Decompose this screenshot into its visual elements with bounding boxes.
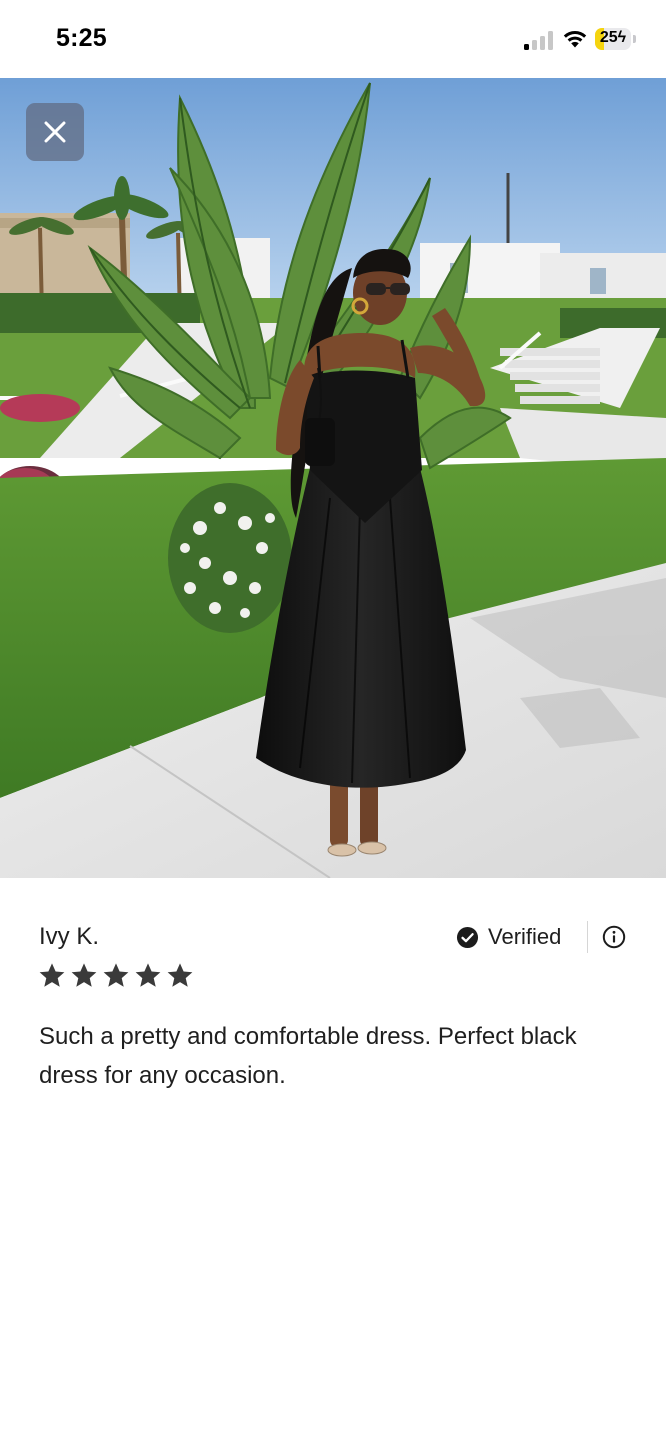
review-photo-image [0, 78, 666, 878]
review-text: Such a pretty and comfortable dress. Per… [39, 1023, 577, 1089]
wifi-icon [563, 31, 587, 48]
status-time: 5:25 [56, 24, 107, 52]
verified-badge: Verified [456, 924, 561, 950]
status-bar: 5:25 25ϟ [0, 0, 666, 78]
check-circle-icon [456, 926, 479, 948]
battery-percent: 25 [599, 29, 618, 46]
review-photo[interactable] [0, 78, 666, 878]
review-card: Ivy K. Verified Such a pretty and comfor… [0, 878, 666, 1440]
star-icon [167, 963, 193, 987]
close-icon [44, 121, 66, 143]
cellular-signal-icon [524, 30, 554, 50]
star-rating [38, 962, 194, 990]
verified-label: Verified [488, 924, 562, 949]
star-icon [71, 963, 97, 987]
close-button[interactable] [26, 103, 84, 161]
divider [587, 921, 588, 953]
reviewer-name: Ivy K. [39, 923, 100, 950]
star-icon [103, 963, 129, 987]
star-icon [135, 963, 161, 987]
battery-charging-icon: 25ϟ [595, 28, 631, 50]
battery-cap [633, 35, 636, 43]
star-icon [39, 963, 65, 987]
info-icon[interactable] [602, 925, 626, 949]
